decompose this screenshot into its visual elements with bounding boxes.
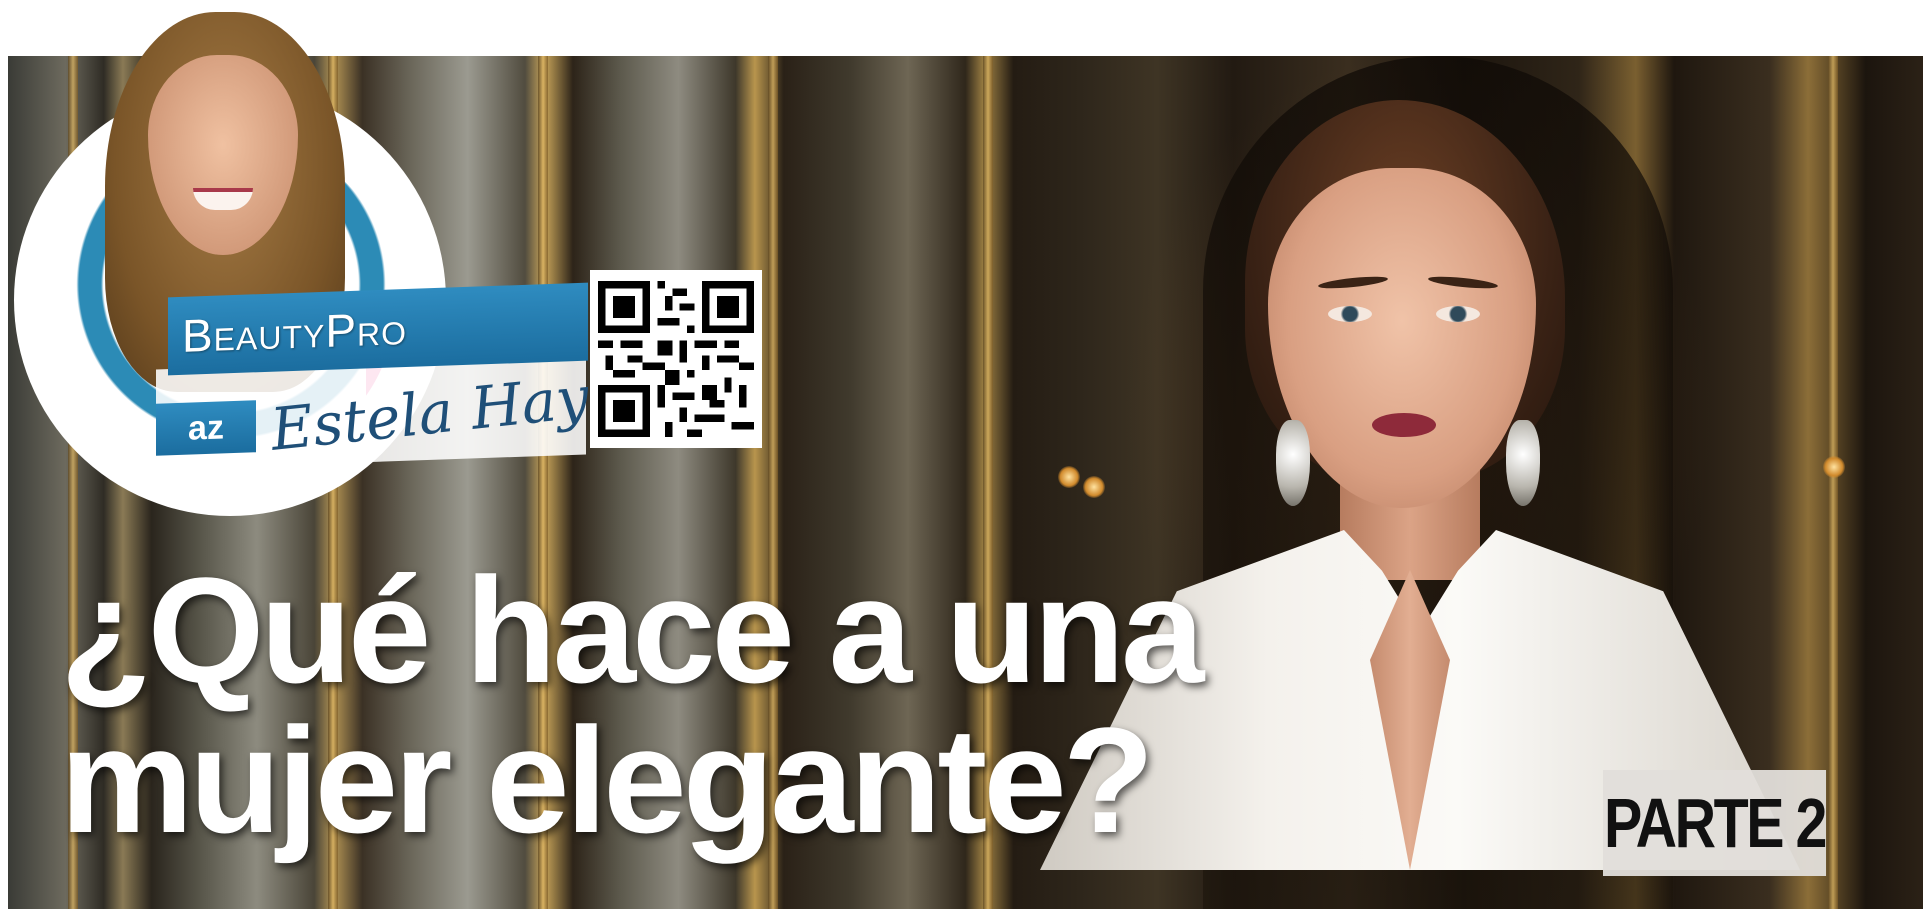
qr-code-icon[interactable] [590, 270, 762, 448]
wall-lamp [1058, 466, 1080, 488]
brand-logo-text: BeautyPro [182, 301, 408, 362]
headline-line-2: mujer elegante? [60, 696, 1154, 864]
headline: ¿Qué hace a una mujer elegante? [60, 555, 1520, 855]
model-eye [1328, 306, 1372, 322]
az-logo-badge: az [156, 400, 256, 456]
gold-pillar [1828, 56, 1838, 909]
qr-code-graphic [598, 281, 754, 437]
part-label-badge: PARTE 2 [1603, 770, 1827, 876]
model-lips [1372, 413, 1436, 437]
brand-strip: BeautyPro [168, 282, 588, 376]
earring-icon [1506, 420, 1540, 506]
headline-line-1: ¿Qué hace a una [60, 546, 1204, 714]
model-eye [1436, 306, 1480, 322]
wall-lamp [1823, 456, 1845, 478]
wall-lamp [1083, 476, 1105, 498]
earring-icon [1276, 420, 1310, 506]
